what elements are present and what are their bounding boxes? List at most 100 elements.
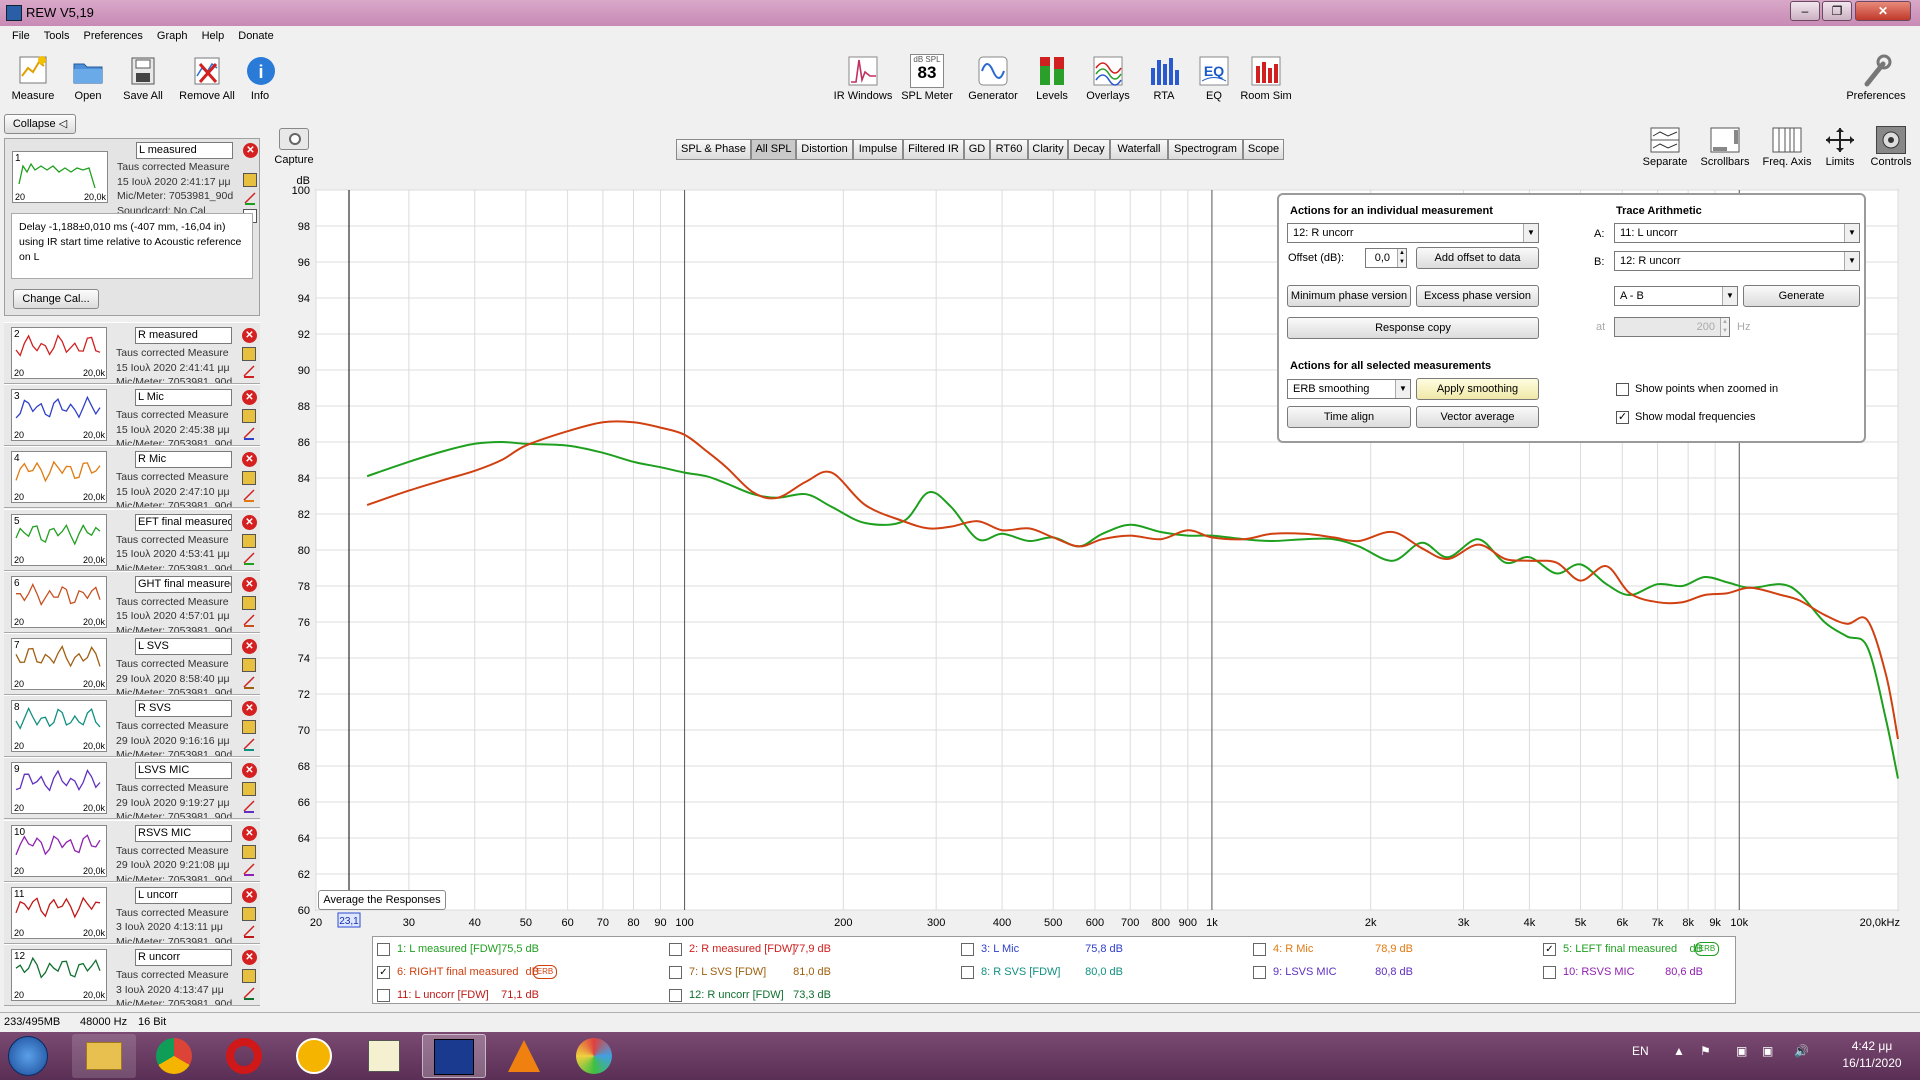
legend-checkbox[interactable] <box>1543 966 1556 979</box>
remove-all-button[interactable]: Remove All <box>176 54 238 102</box>
taskbar-notepad[interactable] <box>352 1034 416 1078</box>
measurement-name-field[interactable]: LSVS MIC <box>135 762 232 780</box>
measurement-name-field[interactable]: RSVS MIC <box>135 824 232 842</box>
delete-measurement-icon[interactable]: ✕ <box>242 887 257 903</box>
time-align-button[interactable]: Time align <box>1287 406 1411 428</box>
taskbar-chrome[interactable] <box>142 1034 206 1078</box>
freq-axis-button[interactable]: Freq. Axis <box>1758 126 1816 168</box>
legend-item-4[interactable]: 4: R Mic 78,9 dB <box>1253 941 1533 959</box>
measurement-card-12[interactable]: 12 20 20,0k R uncorr ✕ Taus corrected Me… <box>4 944 260 1006</box>
measurement-color-icon[interactable] <box>242 364 256 378</box>
room-sim-button[interactable]: Room Sim <box>1240 54 1292 102</box>
measurement-card-4[interactable]: 4 20 20,0k R Mic ✕ Taus corrected Measur… <box>4 446 260 509</box>
measurement-color-icon[interactable] <box>242 862 256 876</box>
measurement-name-field[interactable]: L measured <box>136 142 233 159</box>
tray-up-arrow-icon[interactable]: ▲ <box>1673 1044 1685 1058</box>
eq-button[interactable]: EQ EQ <box>1196 54 1232 102</box>
tab-gd[interactable]: GD <box>964 139 990 160</box>
minimum-phase-button[interactable]: Minimum phase version <box>1287 285 1411 307</box>
measurement-color-icon[interactable] <box>242 613 256 627</box>
taskbar-rew[interactable] <box>422 1034 486 1078</box>
measurement-notes-icon[interactable] <box>242 658 256 672</box>
measurement-color-icon[interactable] <box>242 551 256 565</box>
legend-item-2[interactable]: 2: R measured [FDW] 77,9 dB <box>669 941 949 959</box>
measurement-card-3[interactable]: 3 20 20,0k L Mic ✕ Taus corrected Measur… <box>4 384 260 447</box>
preferences-button[interactable]: Preferences <box>1844 54 1908 102</box>
measurement-name-field[interactable]: L SVS <box>135 638 232 655</box>
measurement-color-icon[interactable] <box>242 426 256 441</box>
smoothing-select[interactable]: ERB smoothing ▼ <box>1287 379 1411 399</box>
measurement-color-icon[interactable] <box>242 675 256 689</box>
network-icon[interactable]: ▣ <box>1762 1044 1773 1058</box>
measurement-name-field[interactable]: R measured <box>135 327 232 344</box>
legend-item-7[interactable]: 7: L SVS [FDW] 81,0 dB <box>669 964 949 982</box>
measurement-select[interactable]: 12: R uncorr ▼ <box>1287 223 1539 243</box>
measurement-card-9[interactable]: 9 20 20,0k LSVS MIC ✕ Taus corrected Mea… <box>4 757 260 820</box>
legend-checkbox[interactable] <box>961 943 974 956</box>
taskbar-opera[interactable] <box>212 1034 276 1078</box>
legend-item-5[interactable]: ✓ 5: LEFT final measured ERB dB <box>1543 941 1823 959</box>
legend-checkbox[interactable] <box>961 966 974 979</box>
legend-item-1[interactable]: 1: L measured [FDW] 75,5 dB <box>377 941 657 959</box>
delete-measurement-icon[interactable]: ✕ <box>243 143 258 158</box>
measurement-notes-icon[interactable] <box>243 173 257 187</box>
menu-help[interactable]: Help <box>202 27 225 42</box>
measurement-color-icon[interactable] <box>242 986 256 1000</box>
ir-windows-button[interactable]: IR Windows <box>832 54 894 102</box>
menu-file[interactable]: File <box>12 27 30 42</box>
measurement-name-field[interactable]: R SVS <box>135 700 232 718</box>
offset-spinner-icon[interactable]: ▲ ▼ <box>1397 249 1406 267</box>
at-frequency-input[interactable]: 200 ▲ ▼ <box>1614 317 1730 337</box>
delete-measurement-icon[interactable]: ✕ <box>242 514 257 530</box>
measurement-notes-icon[interactable] <box>242 471 256 486</box>
legend-item-12[interactable]: 12: R uncorr [FDW] 73,3 dB <box>669 987 949 1005</box>
measure-button[interactable]: Measure <box>8 54 58 102</box>
trace-b-select[interactable]: 12: R uncorr ▼ <box>1614 251 1860 271</box>
trace-operation-select[interactable]: A - B ▼ <box>1614 286 1738 306</box>
minimize-button[interactable]: – <box>1790 1 1820 21</box>
delete-measurement-icon[interactable]: ✕ <box>242 701 257 717</box>
apply-smoothing-button[interactable]: Apply smoothing <box>1416 378 1539 400</box>
legend-item-3[interactable]: 3: L Mic 75,8 dB <box>961 941 1241 959</box>
measurement-card-8[interactable]: 8 20 20,0k R SVS ✕ Taus corrected Measur… <box>4 695 260 758</box>
vector-average-button[interactable]: Vector average <box>1416 406 1539 428</box>
menu-graph[interactable]: Graph <box>157 27 188 42</box>
measurement-color-icon[interactable] <box>242 924 256 938</box>
delete-measurement-icon[interactable]: ✕ <box>242 576 257 592</box>
delete-measurement-icon[interactable]: ✕ <box>242 825 257 841</box>
delete-measurement-icon[interactable]: ✕ <box>242 763 257 779</box>
at-spinner-icon[interactable]: ▲ ▼ <box>1720 318 1729 336</box>
limits-button[interactable]: Limits <box>1818 126 1862 168</box>
language-indicator[interactable]: EN <box>1632 1044 1649 1058</box>
levels-button[interactable]: Levels <box>1032 54 1072 102</box>
generator-button[interactable]: Generator <box>966 54 1020 102</box>
close-button[interactable]: ✕ <box>1855 1 1911 21</box>
rta-button[interactable]: RTA <box>1146 54 1182 102</box>
legend-checkbox[interactable] <box>669 943 682 956</box>
measurement-notes-icon[interactable] <box>242 844 256 859</box>
legend-checkbox[interactable] <box>377 943 390 956</box>
menu-donate[interactable]: Donate <box>238 27 273 42</box>
delete-measurement-icon[interactable]: ✕ <box>242 950 257 965</box>
legend-item-9[interactable]: 9: LSVS MIC 80,8 dB <box>1253 964 1533 982</box>
measurement-notes-icon[interactable] <box>242 595 256 610</box>
legend-item-6[interactable]: ✓ 6: RIGHT final measured ERB dB <box>377 964 657 982</box>
measurement-color-icon[interactable] <box>243 191 257 205</box>
measurement-notes-icon[interactable] <box>242 969 256 983</box>
measurement-card-2[interactable]: 2 20 20,0k R measured ✕ Taus corrected M… <box>4 322 260 384</box>
measurement-name-field[interactable]: L uncorr <box>135 886 232 904</box>
measurement-name-field[interactable]: R uncorr <box>135 949 232 966</box>
open-button[interactable]: Open <box>65 54 111 102</box>
measurement-card-10[interactable]: 10 20 20,0k RSVS MIC ✕ Taus corrected Me… <box>4 819 260 882</box>
tab-impulse[interactable]: Impulse <box>853 139 903 160</box>
legend-checkbox[interactable] <box>669 989 682 1002</box>
measurement-notes-icon[interactable] <box>242 409 256 424</box>
tab-scope[interactable]: Scope <box>1243 139 1284 160</box>
measurement-name-field[interactable]: GHT final measured <box>135 575 232 593</box>
maximize-button[interactable]: ❐ <box>1822 1 1852 21</box>
measurement-card-7[interactable]: 7 20 20,0k L SVS ✕ Taus corrected Measur… <box>4 633 260 695</box>
legend-item-8[interactable]: 8: R SVS [FDW] 80,0 dB <box>961 964 1241 982</box>
offset-input[interactable]: 0,0 ▲ ▼ <box>1365 248 1407 268</box>
legend-item-11[interactable]: 11: L uncorr [FDW] 71,1 dB <box>377 987 657 1005</box>
menu-preferences[interactable]: Preferences <box>84 27 143 42</box>
